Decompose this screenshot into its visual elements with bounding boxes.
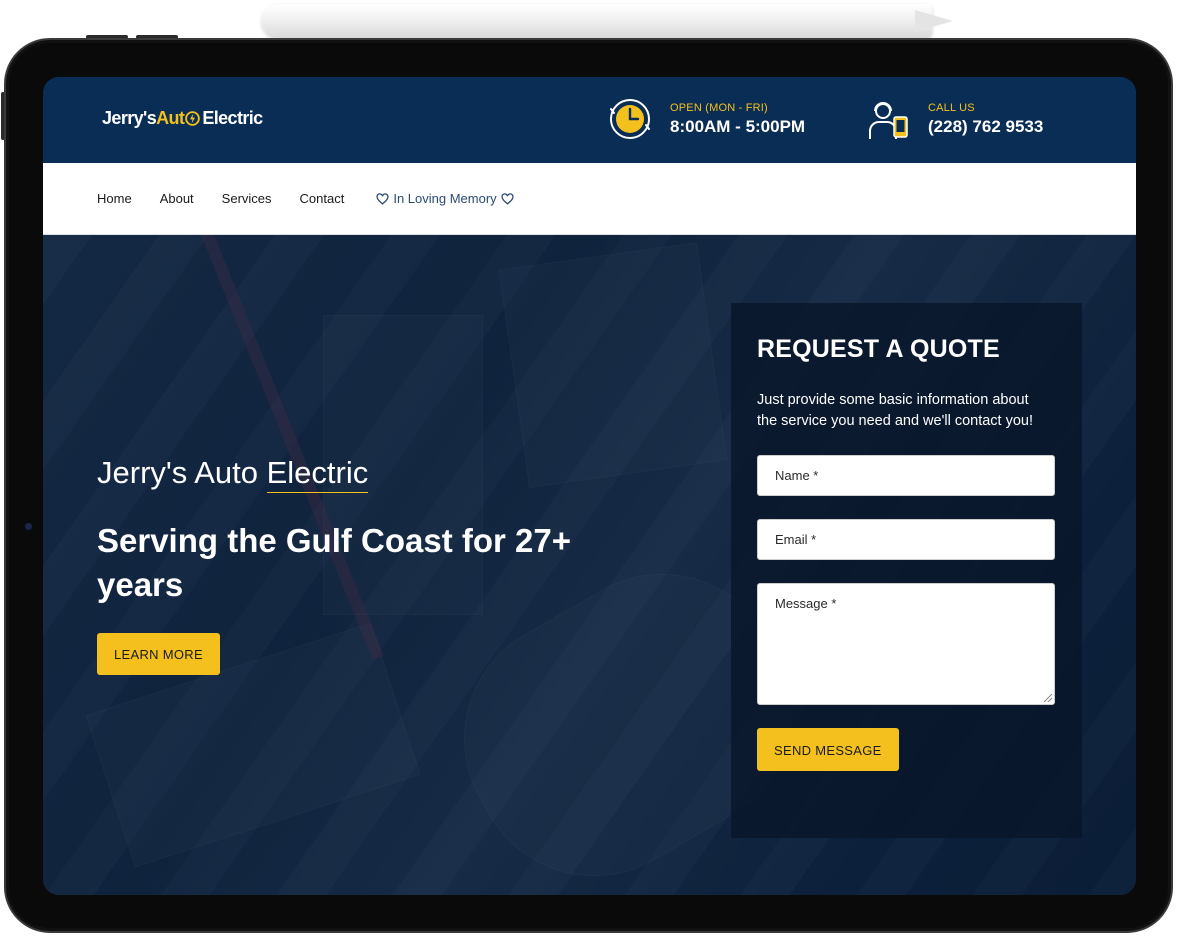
nav-links: Home About Services Contact In Loving Me… [97,191,546,206]
site-logo[interactable]: Jerry's Aut Electric [102,108,263,129]
logo-text-electric: Electric [202,108,263,128]
nav-contact[interactable]: Contact [300,191,345,206]
bolt-icon [185,111,201,126]
nav-home[interactable]: Home [97,191,132,206]
hero-brand-underlined: Electric [266,455,369,493]
quote-form-panel: REQUEST A QUOTE Just provide some basic … [731,303,1082,838]
hero-content: Jerry's Auto Electric Serving the Gulf C… [97,455,617,675]
front-camera [25,523,32,530]
call-label: CALL US [928,101,975,114]
name-input[interactable]: Name * [757,455,1055,496]
nav-services[interactable]: Services [222,191,272,206]
nav-in-loving-memory[interactable]: In Loving Memory [372,191,517,206]
support-agent-icon [869,102,908,139]
quote-description: Just provide some basic information abou… [757,392,1034,429]
clock-icon [610,99,650,139]
logo-text-jerrys: Jerry's [102,108,157,128]
quote-title: REQUEST A QUOTE [757,335,1000,363]
hero-brand: Jerry's Auto Electric [97,455,617,493]
hours-block: OPEN (MON - FRI) 8:00AM - 5:00PM [608,97,805,141]
top-bar: Jerry's Aut Electric OPEN (MON - FRI) 8:… [43,77,1136,163]
nav-about[interactable]: About [160,191,194,206]
hero-headline: Serving the Gulf Coast for 27+ years [97,522,572,603]
hours-label: OPEN (MON - FRI) [670,101,768,114]
resize-handle-icon[interactable] [1044,694,1052,702]
heart-icon [501,192,514,205]
message-textarea[interactable]: Message * [757,583,1055,705]
hero-section: Jerry's Auto Electric Serving the Gulf C… [43,235,1136,895]
apple-pencil-tip [915,10,953,32]
main-nav: Home About Services Contact In Loving Me… [43,163,1136,235]
logo-text-auto: Aut [156,108,185,128]
message-placeholder: Message * [775,596,837,611]
hours-value: 8:00AM - 5:00PM [670,116,806,136]
website-screen: Jerry's Aut Electric OPEN (MON - FRI) 8:… [43,77,1136,895]
heart-icon [376,192,389,205]
learn-more-button[interactable]: LEARN MORE [97,633,220,675]
call-block[interactable]: CALL US (228) 762 9533 [866,97,1043,141]
email-input[interactable]: Email * [757,519,1055,560]
apple-pencil [262,4,932,38]
phone-number[interactable]: (228) 762 9533 [928,117,1043,137]
nav-memory-label: In Loving Memory [393,191,497,206]
hero-brand-text: Jerry's Auto [97,455,267,490]
send-message-button[interactable]: SEND MESSAGE [757,728,899,771]
